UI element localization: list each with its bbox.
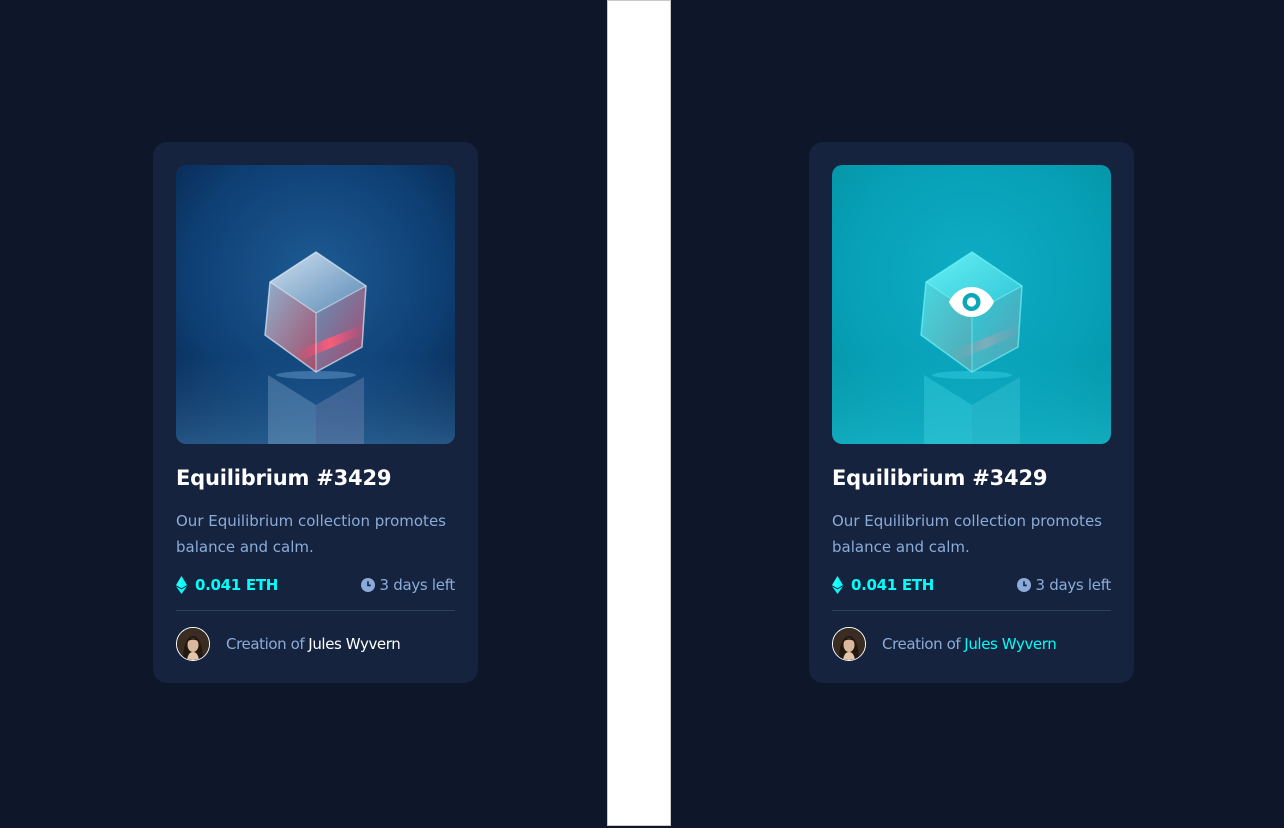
- creator-row: Creation of Jules Wyvern: [176, 627, 401, 661]
- nft-title[interactable]: Equilibrium #3429: [832, 466, 1047, 490]
- card-divider: [832, 610, 1111, 611]
- card-divider: [176, 610, 455, 611]
- nft-description: Our Equilibrium collection promotes bala…: [832, 512, 1102, 556]
- time-left-value: 3 days left: [379, 576, 456, 594]
- avatar: [832, 627, 866, 661]
- price-value: 0.041 ETH: [851, 576, 935, 594]
- ethereum-icon: [176, 576, 187, 594]
- creator-prefix: Creation of: [226, 635, 305, 653]
- creator-name[interactable]: Jules Wyvern: [308, 635, 400, 653]
- clock-icon: [360, 578, 375, 592]
- nft-time-left: 3 days left: [360, 575, 456, 595]
- nft-price: 0.041 ETH: [832, 575, 934, 595]
- nft-card-default: Equilibrium #3429 Our Equilibrium collec…: [153, 142, 478, 683]
- nft-image[interactable]: [176, 165, 455, 444]
- ethereum-icon: [832, 576, 843, 594]
- creator-name[interactable]: Jules Wyvern: [964, 635, 1056, 653]
- creator-prefix: Creation of: [882, 635, 961, 653]
- clock-icon: [1016, 578, 1031, 592]
- nft-price: 0.041 ETH: [176, 575, 278, 595]
- nft-title[interactable]: Equilibrium #3429: [176, 466, 391, 490]
- nft-image[interactable]: [832, 165, 1111, 444]
- nft-card-hover: Equilibrium #3429 Our Equilibrium collec…: [809, 142, 1134, 683]
- creator-row: Creation of Jules Wyvern: [832, 627, 1057, 661]
- cube-image: [176, 165, 455, 444]
- price-value: 0.041 ETH: [195, 576, 279, 594]
- nft-time-left: 3 days left: [1016, 575, 1112, 595]
- avatar: [176, 627, 210, 661]
- eye-icon[interactable]: [949, 287, 994, 317]
- nft-description: Our Equilibrium collection promotes bala…: [176, 512, 446, 556]
- panel-divider: [607, 0, 671, 826]
- time-left-value: 3 days left: [1035, 576, 1112, 594]
